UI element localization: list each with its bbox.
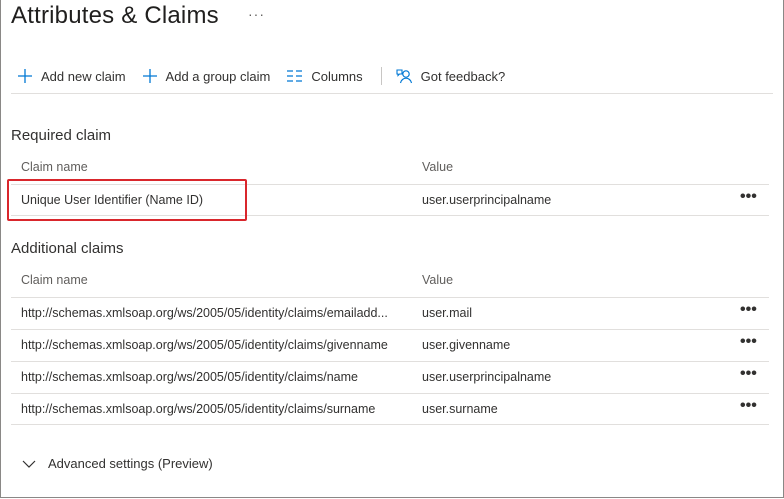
title-more-icon[interactable]: ··· — [248, 6, 265, 22]
feedback-icon — [396, 68, 412, 83]
highlight-box — [7, 179, 247, 221]
additional-col-value: Value — [422, 273, 454, 287]
add-new-claim-label: Add new claim — [41, 68, 126, 84]
required-col-claim-name: Claim name — [21, 160, 88, 174]
toolbar-divider-line — [11, 93, 773, 94]
row-more-icon[interactable]: ••• — [740, 188, 757, 206]
row-more-icon[interactable]: ••• — [740, 397, 757, 415]
advanced-settings-toggle[interactable]: Advanced settings (Preview) — [22, 456, 213, 471]
toolbar-divider — [380, 67, 382, 85]
command-bar: Add new claim Add a group claim Columns … — [17, 65, 521, 87]
row-more-icon[interactable]: ••• — [740, 333, 757, 351]
claim-value: user.userprincipalname — [422, 193, 552, 207]
additional-col-claim-name: Claim name — [21, 273, 88, 287]
add-group-claim-button[interactable]: Add a group claim — [142, 68, 271, 84]
advanced-settings-label: Advanced settings (Preview) — [48, 456, 213, 471]
claim-value: user.mail — [422, 306, 473, 320]
claim-value: user.surname — [422, 402, 498, 416]
feedback-button[interactable]: Got feedback? — [396, 68, 506, 85]
columns-icon — [287, 70, 303, 82]
columns-label: Columns — [311, 68, 363, 84]
feedback-label: Got feedback? — [420, 68, 506, 84]
plus-icon — [142, 69, 157, 83]
columns-button[interactable]: Columns — [286, 68, 363, 84]
table-row[interactable]: http://schemas.xmlsoap.org/ws/2005/05/id… — [11, 361, 769, 393]
claim-name: http://schemas.xmlsoap.org/ws/2005/05/id… — [21, 370, 358, 384]
chevron-down-icon — [22, 460, 36, 468]
claim-value: user.userprincipalname — [422, 370, 552, 384]
required-claim-heading: Required claim — [11, 127, 112, 144]
claim-value: user.givenname — [422, 338, 511, 352]
claim-name: http://schemas.xmlsoap.org/ws/2005/05/id… — [21, 306, 388, 320]
row-more-icon[interactable]: ••• — [740, 365, 757, 383]
claim-name: http://schemas.xmlsoap.org/ws/2005/05/id… — [21, 338, 388, 352]
required-col-value: Value — [422, 160, 454, 174]
plus-icon — [18, 69, 32, 83]
additional-claims-heading: Additional claims — [11, 240, 124, 257]
table-row[interactable]: http://schemas.xmlsoap.org/ws/2005/05/id… — [11, 297, 769, 329]
add-new-claim-button[interactable]: Add new claim — [17, 68, 126, 84]
table-row[interactable]: http://schemas.xmlsoap.org/ws/2005/05/id… — [11, 329, 769, 361]
page-title: Attributes & Claims — [11, 2, 219, 29]
add-group-claim-label: Add a group claim — [165, 68, 271, 84]
table-row[interactable]: http://schemas.xmlsoap.org/ws/2005/05/id… — [11, 393, 769, 425]
row-more-icon[interactable]: ••• — [740, 301, 757, 319]
claim-name: http://schemas.xmlsoap.org/ws/2005/05/id… — [21, 402, 376, 416]
